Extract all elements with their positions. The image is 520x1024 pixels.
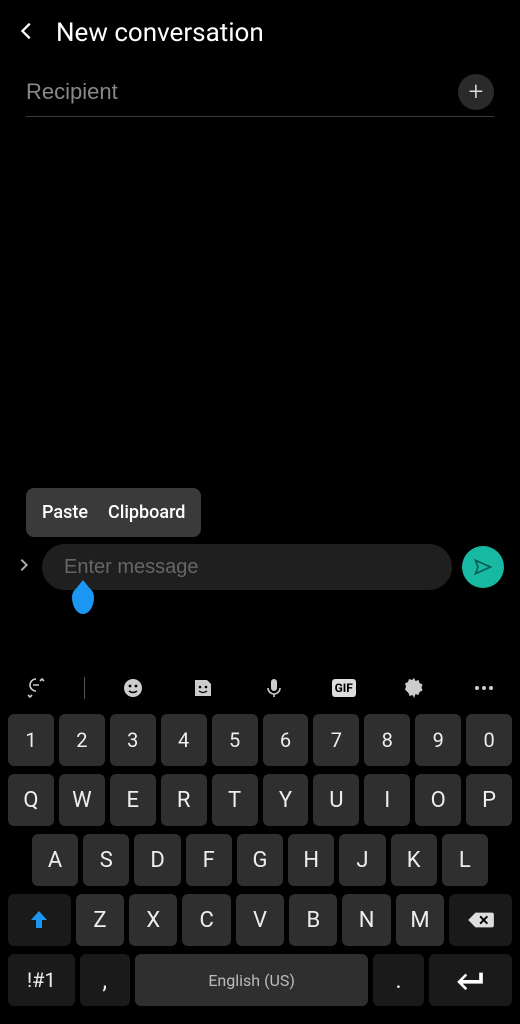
more-icon[interactable] <box>462 676 506 700</box>
backspace-key[interactable] <box>449 894 512 946</box>
key-a[interactable]: A <box>32 834 78 886</box>
enter-key[interactable] <box>429 954 512 1006</box>
key-8[interactable]: 8 <box>364 714 410 766</box>
period-key[interactable]: . <box>373 954 423 1006</box>
shift-key[interactable] <box>8 894 71 946</box>
recipient-row: + <box>26 74 494 117</box>
key-9[interactable]: 9 <box>415 714 461 766</box>
space-key[interactable]: English (US) <box>135 954 369 1006</box>
mic-icon[interactable] <box>252 676 296 700</box>
keyboard-toolbar: GIF <box>6 666 514 714</box>
key-t[interactable]: T <box>212 774 258 826</box>
clipboard-button[interactable]: Clipboard <box>108 502 185 523</box>
expand-icon[interactable] <box>16 553 32 581</box>
symbols-key[interactable]: !#1 <box>8 954 75 1006</box>
key-f[interactable]: F <box>186 834 232 886</box>
key-k[interactable]: K <box>391 834 437 886</box>
text-mode-icon[interactable] <box>14 676 58 700</box>
toolbar-divider <box>84 677 85 699</box>
key-d[interactable]: D <box>134 834 180 886</box>
key-x[interactable]: X <box>129 894 177 946</box>
key-e[interactable]: E <box>110 774 156 826</box>
key-o[interactable]: O <box>415 774 461 826</box>
key-1[interactable]: 1 <box>8 714 54 766</box>
text-cursor-handle[interactable] <box>72 586 94 614</box>
send-button[interactable] <box>462 546 504 588</box>
key-l[interactable]: L <box>442 834 488 886</box>
key-q[interactable]: Q <box>8 774 54 826</box>
comma-key[interactable]: , <box>80 954 130 1006</box>
key-2[interactable]: 2 <box>59 714 105 766</box>
page-title: New conversation <box>56 18 264 48</box>
key-h[interactable]: H <box>288 834 334 886</box>
key-4[interactable]: 4 <box>161 714 207 766</box>
key-0[interactable]: 0 <box>466 714 512 766</box>
add-recipient-button[interactable]: + <box>458 74 494 110</box>
key-v[interactable]: V <box>236 894 284 946</box>
key-7[interactable]: 7 <box>313 714 359 766</box>
paste-button[interactable]: Paste <box>42 502 88 523</box>
key-y[interactable]: Y <box>263 774 309 826</box>
key-i[interactable]: I <box>364 774 410 826</box>
back-icon[interactable] <box>16 20 38 46</box>
key-6[interactable]: 6 <box>263 714 309 766</box>
key-r[interactable]: R <box>161 774 207 826</box>
key-u[interactable]: U <box>313 774 359 826</box>
recipient-input[interactable] <box>26 79 458 105</box>
key-5[interactable]: 5 <box>212 714 258 766</box>
key-p[interactable]: P <box>466 774 512 826</box>
key-3[interactable]: 3 <box>110 714 156 766</box>
emoji-icon[interactable] <box>111 676 155 700</box>
key-j[interactable]: J <box>339 834 385 886</box>
key-n[interactable]: N <box>342 894 390 946</box>
message-input[interactable] <box>42 544 452 590</box>
settings-icon[interactable] <box>392 676 436 700</box>
key-m[interactable]: M <box>396 894 444 946</box>
key-c[interactable]: C <box>182 894 230 946</box>
key-s[interactable]: S <box>83 834 129 886</box>
key-g[interactable]: G <box>237 834 283 886</box>
key-b[interactable]: B <box>289 894 337 946</box>
sticker-icon[interactable] <box>181 676 225 700</box>
keyboard: GIF 1234567890 QWERTYUIOP ASDFGHJKL ZXCV… <box>0 660 520 1024</box>
gif-icon[interactable]: GIF <box>322 679 366 697</box>
key-z[interactable]: Z <box>76 894 124 946</box>
context-popup: Paste Clipboard <box>26 488 201 537</box>
key-w[interactable]: W <box>59 774 105 826</box>
